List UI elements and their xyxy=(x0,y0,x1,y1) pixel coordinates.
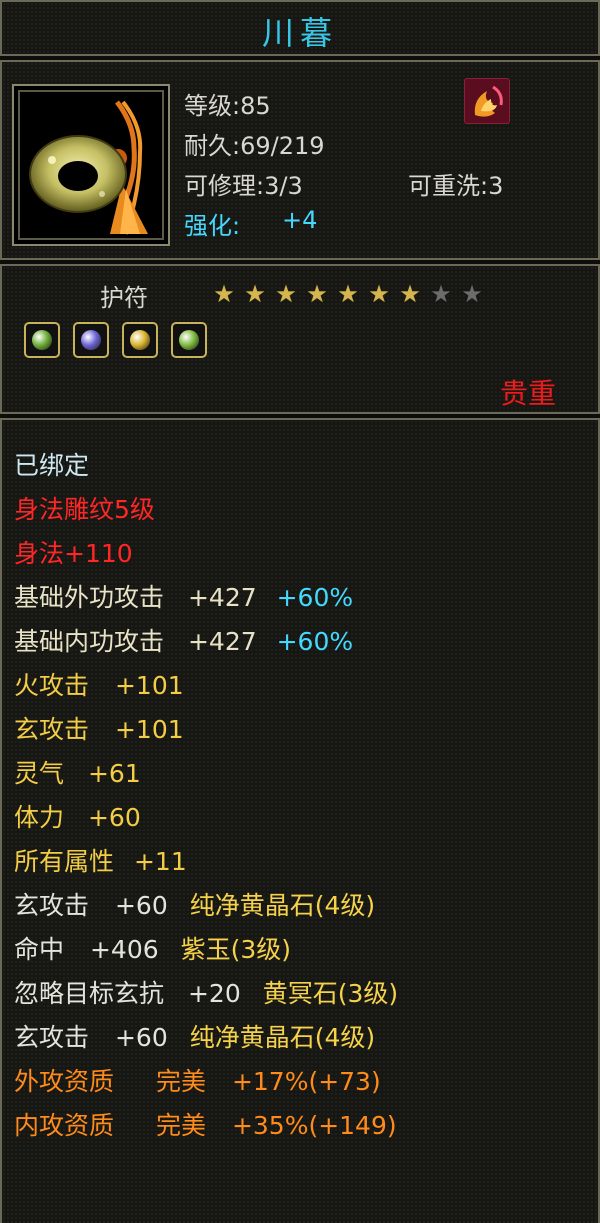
outer-attack-row: 基础外功攻击 +427 +60% xyxy=(14,582,353,614)
gem-name: 黄冥石(3级) xyxy=(262,979,399,1008)
attribute-panel: 已绑定 身法雕纹5级 身法+110 基础外功攻击 +427 +60% 基础内功攻… xyxy=(0,418,600,1223)
quality-grade: 完美 xyxy=(155,1111,206,1140)
gem-name: 紫玉(3级) xyxy=(180,935,292,964)
attr-label: 体力 xyxy=(14,803,65,832)
attr-value: +61 xyxy=(87,759,141,788)
star-filled-icon: ★ xyxy=(213,280,235,308)
quality-grade: 完美 xyxy=(155,1067,206,1096)
gold-gem-icon[interactable] xyxy=(122,322,158,358)
attr-value: +101 xyxy=(114,671,184,700)
item-type: 护符 xyxy=(100,284,148,312)
quality-row: 外攻资质 完美 +17%(+73) xyxy=(14,1066,381,1098)
star-filled-icon: ★ xyxy=(244,280,266,308)
stamina-row: 体力 +60 xyxy=(14,802,141,834)
item-title: 川暮 xyxy=(261,14,338,52)
quality-label: 内攻资质 xyxy=(14,1111,115,1140)
gem-bonus-row: 忽略目标玄抗 +20 黄冥石(3级) xyxy=(14,978,398,1010)
attr-label: 玄攻击 xyxy=(14,715,90,744)
mystic-attack-row: 玄攻击 +101 xyxy=(14,714,184,746)
attr-value: +60 xyxy=(87,803,141,832)
attr-percent: +60% xyxy=(276,627,354,656)
attr-value: +60 xyxy=(114,891,168,920)
attr-value: +427 xyxy=(187,627,257,656)
attr-value: +60 xyxy=(114,1023,168,1052)
item-type-panel: 护符 ★ ★ ★ ★ ★ ★ ★ ★ ★ 贵重 xyxy=(0,264,600,414)
durability-text: 耐久:69/219 xyxy=(184,132,325,160)
enhance-value: +4 xyxy=(282,206,318,234)
gem-core xyxy=(130,330,150,350)
enhance-label: 强化: xyxy=(184,212,241,240)
level-text: 等级:85 xyxy=(184,92,271,120)
star-filled-icon: ★ xyxy=(337,280,359,308)
gem-core xyxy=(81,330,101,350)
gem-bonus-row: 玄攻击 +60 纯净黄晶石(4级) xyxy=(14,890,375,922)
attr-label: 基础外功攻击 xyxy=(14,583,165,612)
bound-status: 已绑定 xyxy=(14,451,90,480)
attr-label: 火攻击 xyxy=(14,671,90,700)
attr-label: 所有属性 xyxy=(14,847,115,876)
purple-gem-icon[interactable] xyxy=(73,322,109,358)
gem-core xyxy=(179,330,199,350)
attr-label: 灵气 xyxy=(14,759,65,788)
star-filled-icon: ★ xyxy=(399,280,421,308)
attr-label: 命中 xyxy=(14,935,65,964)
green-gem-icon[interactable] xyxy=(171,322,207,358)
attr-value: +20 xyxy=(187,979,241,1008)
star-filled-icon: ★ xyxy=(275,280,297,308)
attr-label: 忽略目标玄抗 xyxy=(14,979,165,1008)
gem-bonus-row: 玄攻击 +60 纯净黄晶石(4级) xyxy=(14,1022,375,1054)
skill-badge-icon[interactable] xyxy=(464,78,510,124)
repair-text: 可修理:3/3 xyxy=(184,172,303,200)
quality-label: 外攻资质 xyxy=(14,1067,115,1096)
attr-label: 基础内功攻击 xyxy=(14,627,165,656)
rarity-label: 贵重 xyxy=(499,377,556,410)
spirit-row: 灵气 +61 xyxy=(14,758,141,790)
attr-label: 玄攻击 xyxy=(14,1023,90,1052)
rewash-text: 可重洗:3 xyxy=(408,172,504,200)
attr-label: 玄攻击 xyxy=(14,891,90,920)
quality-detail: +35%(+149) xyxy=(231,1111,397,1140)
gem-name: 纯净黄晶石(4级) xyxy=(189,891,376,920)
engraving-text: 身法雕纹5级 xyxy=(14,495,155,524)
agility-text: 身法+110 xyxy=(14,539,133,568)
quality-row: 内攻资质 完美 +35%(+149) xyxy=(14,1110,397,1142)
title-bar: 川暮 xyxy=(0,0,600,56)
all-attr-row: 所有属性 +11 xyxy=(14,846,187,878)
attr-value: +406 xyxy=(89,935,159,964)
attr-value: +427 xyxy=(187,583,257,612)
gem-name: 纯净黄晶石(4级) xyxy=(189,1023,376,1052)
item-icon-frame[interactable] xyxy=(12,84,170,246)
green-gem-icon[interactable] xyxy=(24,322,60,358)
attr-value: +11 xyxy=(133,847,187,876)
star-empty-icon: ★ xyxy=(461,280,483,308)
quality-detail: +17%(+73) xyxy=(231,1067,381,1096)
fire-attack-row: 火攻击 +101 xyxy=(14,670,184,702)
jade-pendant-icon xyxy=(29,100,148,235)
gem-core xyxy=(32,330,52,350)
attr-percent: +60% xyxy=(276,583,354,612)
item-info-panel: 等级:85 耐久:69/219 可修理:3/3 可重洗:3 强化: +4 xyxy=(0,60,600,260)
attr-value: +101 xyxy=(114,715,184,744)
flame-icon xyxy=(474,85,503,117)
star-filled-icon: ★ xyxy=(306,280,328,308)
gem-bonus-row: 命中 +406 紫玉(3级) xyxy=(14,934,291,966)
star-filled-icon: ★ xyxy=(368,280,390,308)
star-empty-icon: ★ xyxy=(430,280,452,308)
inner-attack-row: 基础内功攻击 +427 +60% xyxy=(14,626,353,658)
